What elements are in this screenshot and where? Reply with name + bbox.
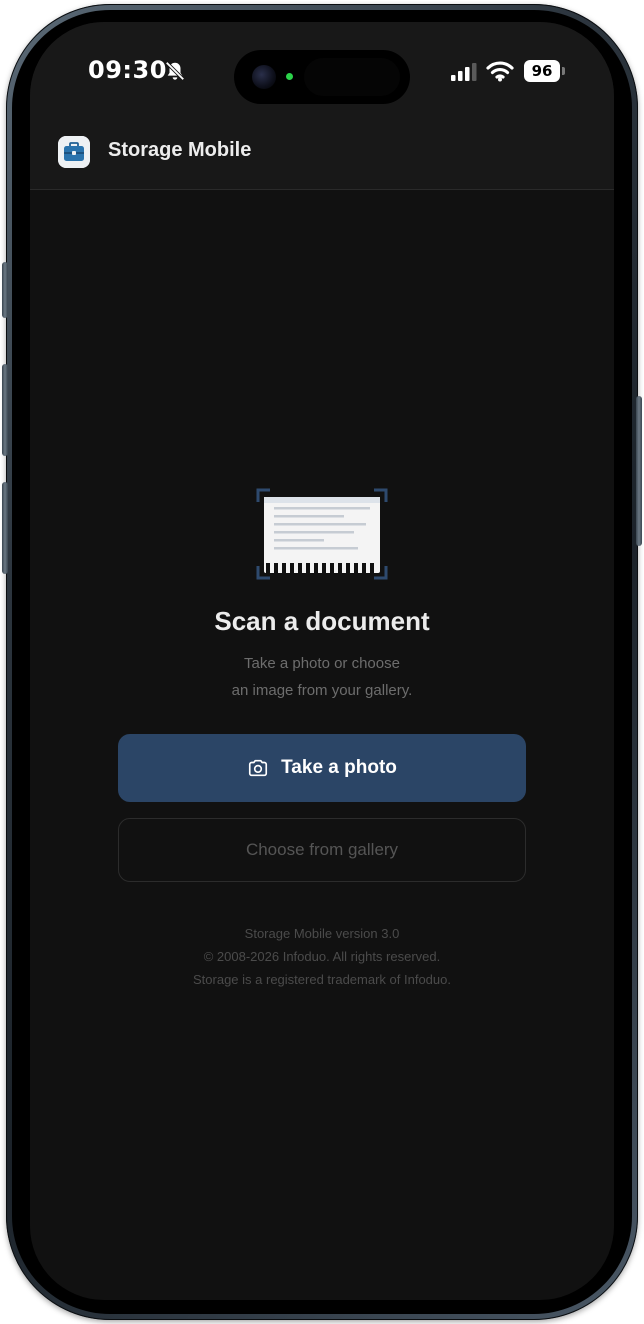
battery-tip xyxy=(562,67,565,75)
scan-subtitle: Take a photo or choose an image from you… xyxy=(30,650,614,704)
power-button xyxy=(636,396,642,546)
app-title: Storage Mobile xyxy=(108,139,252,161)
scan-title: Scan a document xyxy=(214,606,430,636)
camera-icon xyxy=(249,759,268,777)
bell-slash-icon xyxy=(165,61,185,81)
app-header: Storage Mobile xyxy=(30,114,614,190)
volume-up-button xyxy=(2,364,8,456)
take-photo-button[interactable]: Take a photo xyxy=(118,734,526,802)
status-bar: 09:30 96 xyxy=(30,22,614,114)
action-button xyxy=(2,262,8,318)
cellular-signal-icon xyxy=(451,63,477,81)
front-camera xyxy=(252,65,276,89)
footer-trademark: Storage is a registered trademark of Inf… xyxy=(193,972,451,987)
scan-subtitle-line-2: an image from your gallery. xyxy=(231,682,413,699)
screen: 09:30 96 Storage Mobile Scan a document … xyxy=(30,22,614,1300)
scan-subtitle-line-1: Take a photo or choose xyxy=(244,655,400,672)
status-time: 09:30 xyxy=(88,56,167,84)
choose-from-gallery-button[interactable]: Choose from gallery xyxy=(118,818,526,882)
battery-indicator: 96 xyxy=(524,60,566,82)
footer-version: Storage Mobile version 3.0 xyxy=(244,926,400,941)
volume-down-button xyxy=(2,482,8,574)
wifi-icon xyxy=(486,61,514,82)
battery-level: 96 xyxy=(524,60,560,82)
take-photo-label: Take a photo xyxy=(281,757,397,778)
choose-from-gallery-label: Choose from gallery xyxy=(245,840,399,859)
dynamic-island xyxy=(234,50,410,104)
briefcase-icon xyxy=(58,136,90,168)
document-scan-icon xyxy=(256,488,388,580)
footer: Storage Mobile version 3.0 © 2008-2026 I… xyxy=(30,922,614,991)
face-id-sensor xyxy=(304,58,400,96)
footer-copyright: © 2008-2026 Infoduo. All rights reserved… xyxy=(203,949,441,964)
camera-indicator-dot xyxy=(286,73,293,80)
